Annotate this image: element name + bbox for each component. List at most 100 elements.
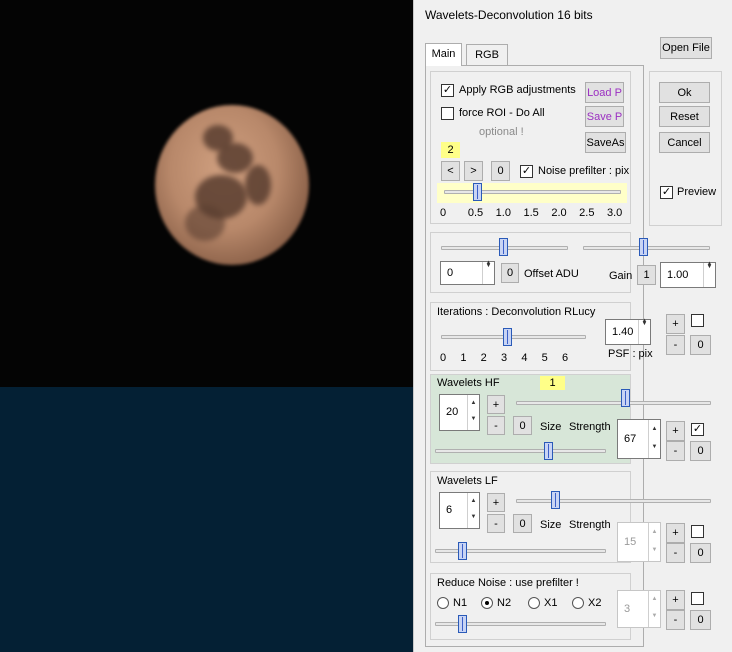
hf-strength-plus-button[interactable]: +	[666, 421, 685, 441]
radio-n1[interactable]	[437, 597, 449, 609]
noise-zero-button[interactable]: 0	[491, 161, 510, 181]
lf-size-minus-button[interactable]: -	[487, 514, 505, 533]
lf-size-value: 6	[446, 504, 453, 516]
reduce-noise-reset-button[interactable]: 0	[690, 610, 711, 630]
hf-enable-checkbox[interactable]: ✓	[691, 423, 704, 436]
window-title: Wavelets-Deconvolution 16 bits	[425, 8, 593, 22]
reduce-noise-title: Reduce Noise : use prefilter !	[437, 577, 579, 589]
force-roi-checkbox[interactable]	[441, 107, 454, 120]
gain-slider-thumb[interactable]	[639, 238, 648, 256]
force-roi-label: force ROI - Do All	[459, 107, 545, 119]
save-as-button[interactable]: SaveAs	[585, 132, 626, 153]
rgb-adjust-group: ✓ Apply RGB adjustments force ROI - Do A…	[430, 71, 631, 224]
iterations-group: Iterations : Deconvolution RLucy 0 1 2 3 4 5 6	[430, 302, 631, 371]
radio-n2-label: N2	[497, 597, 512, 609]
image-lower-region	[0, 387, 413, 652]
hf-size-plus-button[interactable]: +	[487, 395, 505, 414]
tab-main[interactable]: Main	[425, 43, 462, 66]
lf-size-plus-button[interactable]: +	[487, 493, 505, 512]
radio-x1[interactable]	[528, 597, 540, 609]
spin-arrows-icon[interactable]: ▲ ▼	[648, 523, 660, 561]
lf-strength-plus-button[interactable]: +	[666, 523, 685, 543]
reduce-noise-enable-checkbox[interactable]	[691, 592, 704, 605]
cancel-button[interactable]: Cancel	[659, 132, 710, 153]
hf-size-minus-button[interactable]: -	[487, 416, 505, 435]
lf-enable-checkbox[interactable]	[691, 525, 704, 538]
reduce-noise-plus-button[interactable]: +	[666, 590, 685, 610]
apply-rgb-checkbox[interactable]: ✓	[441, 84, 454, 97]
iterations-slider-scale: 0 1 2 3 4 5 6	[431, 352, 591, 366]
image-viewer[interactable]	[0, 0, 413, 652]
psf-value: 1.40	[612, 326, 634, 338]
radio-x2[interactable]	[572, 597, 584, 609]
spin-arrows-icon[interactable]: ▲ ▼	[648, 420, 660, 458]
open-file-button[interactable]: Open File	[660, 37, 712, 59]
noise-slider-tick-label: 1.5	[523, 207, 539, 219]
iterations-slider-thumb[interactable]	[503, 328, 512, 346]
hf-zero-button[interactable]: 0	[513, 416, 532, 435]
wavelets-lf-group: Wavelets LF 6 ▲ ▼ + - 0 Size Strength	[430, 471, 711, 563]
ok-button[interactable]: Ok	[659, 82, 710, 103]
load-preset-button[interactable]: Load P	[585, 82, 624, 103]
hf-strength-value: 67	[624, 433, 637, 445]
spin-arrows-icon[interactable]: ▲ ▼	[467, 395, 479, 430]
spin-arrows-icon[interactable]: ▲ ▼	[467, 493, 479, 528]
radio-n2[interactable]	[481, 597, 493, 609]
noise-slider-thumb[interactable]	[473, 183, 483, 201]
hf-strength-spinbox[interactable]: 67 ▲ ▼	[617, 419, 661, 459]
noise-slider-tick-label: 2.5	[579, 207, 595, 219]
next-preset-button[interactable]: >	[464, 161, 483, 181]
reduce-noise-slider-thumb[interactable]	[458, 615, 467, 633]
hf-slider-thumb[interactable]	[621, 389, 630, 407]
offset-slider-thumb[interactable]	[499, 238, 508, 256]
offset-adu-label: Offset ADU	[524, 268, 579, 280]
hf-reset-button[interactable]: 0	[690, 441, 711, 461]
preview-checkbox[interactable]: ✓	[660, 186, 673, 199]
noise-slider-tick-label: 1.0	[495, 207, 511, 219]
psf-plus-button[interactable]: +	[666, 314, 685, 334]
offset-zero-button[interactable]: 0	[501, 263, 519, 283]
iterations-slider-tick-label: 6	[562, 352, 569, 364]
psf-minus-button[interactable]: -	[666, 335, 685, 355]
hf-slider-track[interactable]	[516, 401, 711, 405]
iterations-slider-tick-label: 1	[460, 352, 467, 364]
lf-size-spinbox[interactable]: 6 ▲ ▼	[439, 492, 480, 529]
spin-arrows-icon[interactable]: ▲ ▼	[638, 318, 650, 344]
psf-spinbox[interactable]: 1.40 ▲ ▼	[605, 318, 651, 345]
lf-zero-button[interactable]: 0	[513, 514, 532, 533]
noise-slider-scale: 0 0.5 1.0 1.5 2.0 2.5 3.0	[431, 207, 631, 221]
prev-preset-button[interactable]: <	[441, 161, 460, 181]
reduce-noise-minus-button[interactable]: -	[666, 610, 685, 630]
reset-button[interactable]: Reset	[659, 106, 710, 127]
lf-strength-minus-button[interactable]: -	[666, 543, 685, 563]
reduce-noise-spinbox[interactable]: 3 ▲ ▼	[617, 590, 661, 628]
spin-arrows-icon[interactable]: ▲ ▼	[648, 591, 660, 627]
gain-spinbox[interactable]: 1.00 ▲ ▼	[660, 261, 716, 288]
reduce-noise-value: 3	[624, 603, 631, 615]
hf-strength-slider-thumb[interactable]	[544, 442, 553, 460]
hf-strength-label: Strength	[569, 421, 611, 433]
iterations-slider-tick-label: 5	[541, 352, 548, 364]
iterations-zero-button[interactable]: 0	[690, 335, 711, 355]
hf-strength-minus-button[interactable]: -	[666, 441, 685, 461]
wavelets-lf-title: Wavelets LF	[437, 475, 498, 487]
lf-reset-button[interactable]: 0	[690, 543, 711, 563]
hf-size-spinbox[interactable]: 20 ▲ ▼	[439, 394, 480, 431]
noise-slider-track[interactable]	[444, 190, 621, 194]
spin-arrows-icon[interactable]: ▲ ▼	[703, 261, 715, 287]
offset-spinbox[interactable]: 0 ▲ ▼	[440, 260, 495, 285]
iterations-slider-tick-label: 4	[521, 352, 528, 364]
noise-prefilter-checkbox[interactable]: ✓	[520, 165, 533, 178]
lf-slider-track[interactable]	[516, 499, 711, 503]
iterations-slider-track[interactable]	[441, 335, 586, 339]
tab-rgb[interactable]: RGB	[466, 44, 508, 66]
save-preset-button[interactable]: Save P	[585, 106, 624, 127]
spin-arrows-icon[interactable]: ▲ ▼	[482, 260, 494, 284]
lf-strength-slider-thumb[interactable]	[458, 542, 467, 560]
hf-strength-slider-track[interactable]	[435, 449, 606, 453]
iterations-enable-checkbox[interactable]	[691, 314, 704, 327]
lf-strength-spinbox[interactable]: 15 ▲ ▼	[617, 522, 661, 562]
checkmark-icon: ✓	[442, 84, 453, 96]
gain-one-button[interactable]: 1	[637, 265, 656, 285]
lf-slider-thumb[interactable]	[551, 491, 560, 509]
